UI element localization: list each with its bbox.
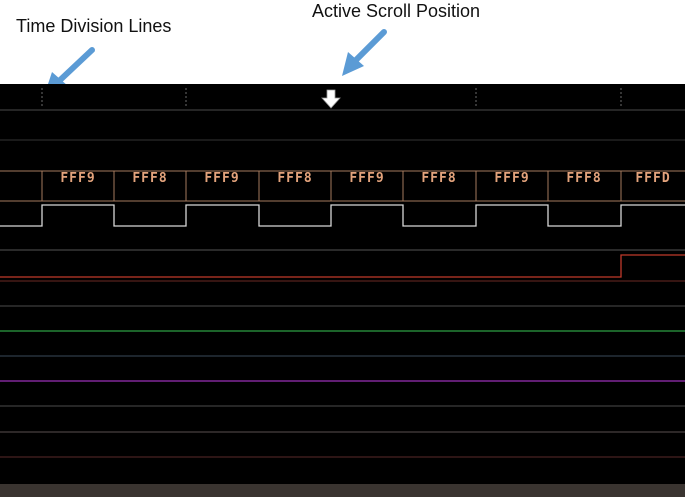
bus-value-label: FFF8 [566,171,602,186]
waveform-view[interactable]: FFF9 FFF8 FFF9 FFF8 FFF9 FFF8 FFF9 FFF8 … [0,84,685,497]
bus-value-label: FFF8 [421,171,457,186]
active-scroll-position-marker[interactable] [320,88,342,110]
bus-value-label: FFF8 [132,171,168,186]
active-scroll-callout-label: Active Scroll Position [312,1,481,21]
waveform-canvas [0,88,685,458]
active-scroll-pointer-arrow-icon [342,29,387,76]
horizontal-scrollbar[interactable] [0,484,685,497]
bus-value-label: FFF9 [494,171,530,186]
bus-value-label: FFF9 [60,171,96,186]
red-signal [0,254,685,278]
clock-signal [0,204,685,227]
bus-value-label: FFF8 [277,171,313,186]
time-division-callout-label: Time Division Lines [16,16,172,36]
bus-value-label: FFFD [635,171,671,186]
bus-value-label: FFF9 [349,171,385,186]
bus-value-label: FFF9 [204,171,240,186]
down-arrow-icon [321,89,341,109]
